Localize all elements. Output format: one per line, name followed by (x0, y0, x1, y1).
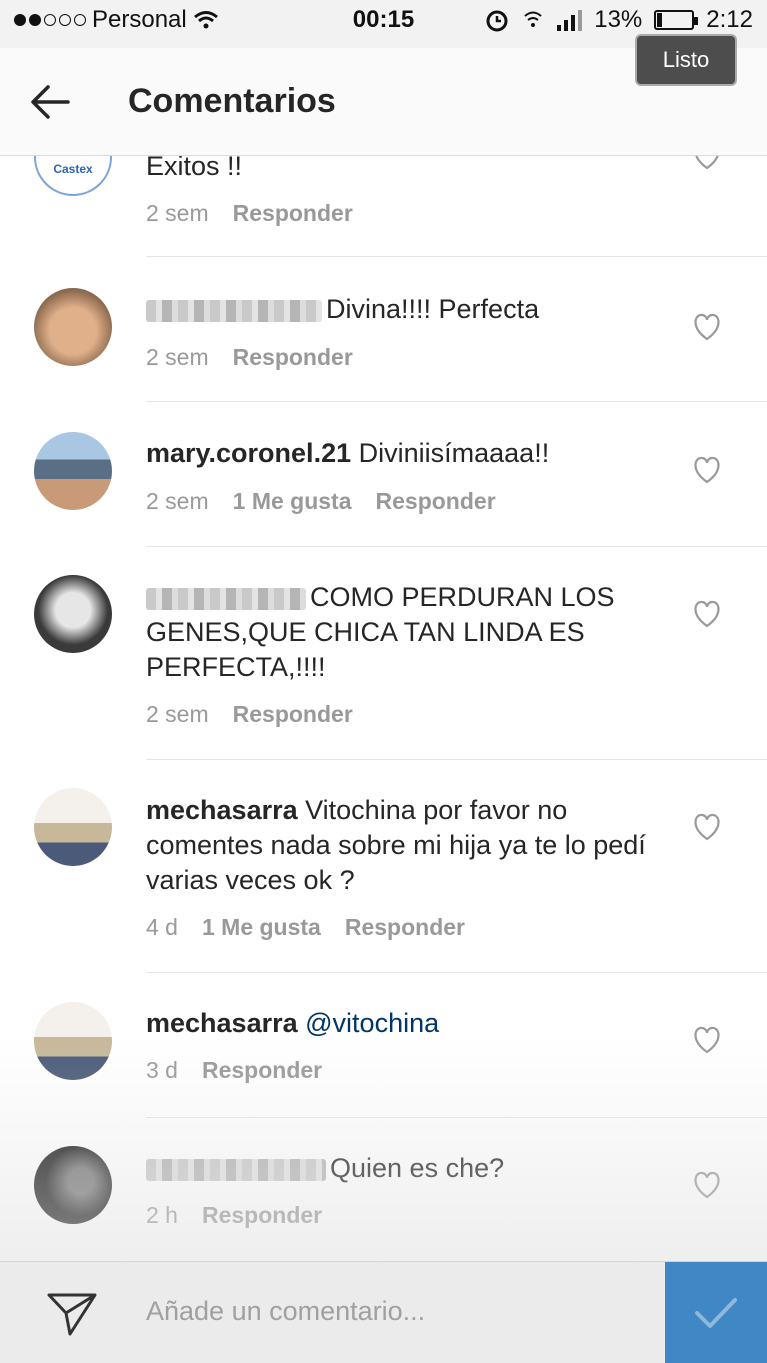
comment-item: COMO PERDURAN LOS GENES,QUE CHICA TAN LI… (0, 547, 767, 759)
reply-button[interactable]: Responder (376, 488, 496, 515)
reply-button[interactable]: Responder (233, 701, 353, 728)
wifi-calling-icon (524, 11, 542, 27)
submit-button[interactable] (665, 1262, 767, 1363)
comment-text: COMO PERDURAN LOS GENES,QUE CHICA TAN LI… (146, 582, 615, 682)
comment-time: 2 sem (146, 344, 209, 370)
avatar[interactable] (34, 1146, 112, 1224)
page-title: Comentarios (128, 82, 336, 120)
heart-icon[interactable] (692, 1171, 722, 1199)
heart-icon[interactable] (692, 813, 722, 841)
comment-time: 4 d (146, 914, 178, 940)
comment-item: mechasarra Vitochina por favor no coment… (0, 760, 767, 972)
comment-composer: Añade un comentario... (0, 1261, 767, 1363)
avatar-badge-text: Castex (53, 162, 93, 176)
comment-item: Castex Exitos !! 2 sem Responder (0, 156, 767, 256)
likes-count[interactable]: 1 Me gusta (233, 488, 352, 515)
comment-time: 2 sem (146, 701, 209, 727)
mention-link[interactable]: @vitochina (305, 1008, 439, 1038)
comment-text: Divina!!!! Perfecta (146, 292, 666, 327)
comment-meta: 2 sem Responder (146, 200, 353, 227)
comment-item: mechasarra @vitochina 3 d Responder (0, 973, 767, 1117)
blurred-username (146, 299, 322, 322)
reply-button[interactable]: Responder (202, 1057, 322, 1084)
reply-button[interactable]: Responder (233, 344, 353, 371)
clock-right: 2:12 (706, 6, 753, 33)
comment-time: 3 d (146, 1057, 178, 1083)
comment-meta: 2 sem Responder (146, 701, 353, 728)
heart-icon[interactable] (692, 456, 722, 484)
blurred-username (146, 587, 306, 610)
avatar[interactable]: Castex (34, 156, 112, 196)
avatar[interactable] (34, 575, 112, 653)
blurred-username (146, 1158, 326, 1181)
comment-text: mary.coronel.21 Diviniisímaaaa!! (146, 438, 550, 468)
comment-item: Quien es che? 2 h Responder (0, 1118, 767, 1261)
back-arrow-icon[interactable] (30, 84, 70, 120)
avatar[interactable] (34, 788, 112, 866)
comment-time: 2 h (146, 1202, 178, 1228)
avatar[interactable] (34, 1002, 112, 1080)
comment-text: mechasarra @vitochina (146, 1008, 440, 1038)
battery-percent: 13% (594, 6, 643, 33)
comment-text: mechasarra Vitochina por favor no coment… (146, 795, 646, 895)
comment-item: Divina!!!! Perfecta 2 sem Responder (0, 257, 767, 401)
alarm-icon (486, 10, 508, 32)
checkmark-icon (695, 1298, 737, 1328)
heart-icon[interactable] (692, 313, 722, 341)
comment-meta: 2 sem 1 Me gusta Responder (146, 488, 496, 515)
avatar[interactable] (34, 288, 112, 366)
battery-icon (654, 10, 699, 30)
reply-button[interactable]: Responder (202, 1202, 322, 1229)
comment-time: 2 sem (146, 488, 209, 514)
avatar[interactable] (34, 432, 112, 510)
likes-count[interactable]: 1 Me gusta (202, 914, 321, 941)
heart-icon[interactable] (692, 1026, 722, 1054)
status-right: 13% 2:12 (484, 6, 753, 34)
comment-input[interactable]: Añade un comentario... (146, 1296, 425, 1327)
heart-icon[interactable] (692, 600, 722, 628)
heart-icon[interactable] (692, 156, 722, 170)
comment-meta: 2 h Responder (146, 1202, 322, 1229)
comment-list[interactable]: Castex Exitos !! 2 sem Responder Divina!… (0, 156, 767, 1261)
cell-signal-icon (557, 10, 583, 31)
comment-text: Exitos !! (146, 156, 243, 181)
comment-time: 2 sem (146, 200, 209, 226)
comment-meta: 4 d 1 Me gusta Responder (146, 914, 465, 941)
comment-item: mary.coronel.21 Diviniisímaaaa!! 2 sem 1… (0, 402, 767, 546)
done-button[interactable]: Listo (635, 34, 737, 86)
direct-send-icon[interactable] (46, 1290, 98, 1338)
reply-button[interactable]: Responder (345, 914, 465, 941)
reply-button[interactable]: Responder (233, 200, 353, 227)
comment-meta: 3 d Responder (146, 1057, 322, 1084)
comment-meta: 2 sem Responder (146, 344, 353, 371)
comment-text: Quien es che? (146, 1151, 666, 1186)
